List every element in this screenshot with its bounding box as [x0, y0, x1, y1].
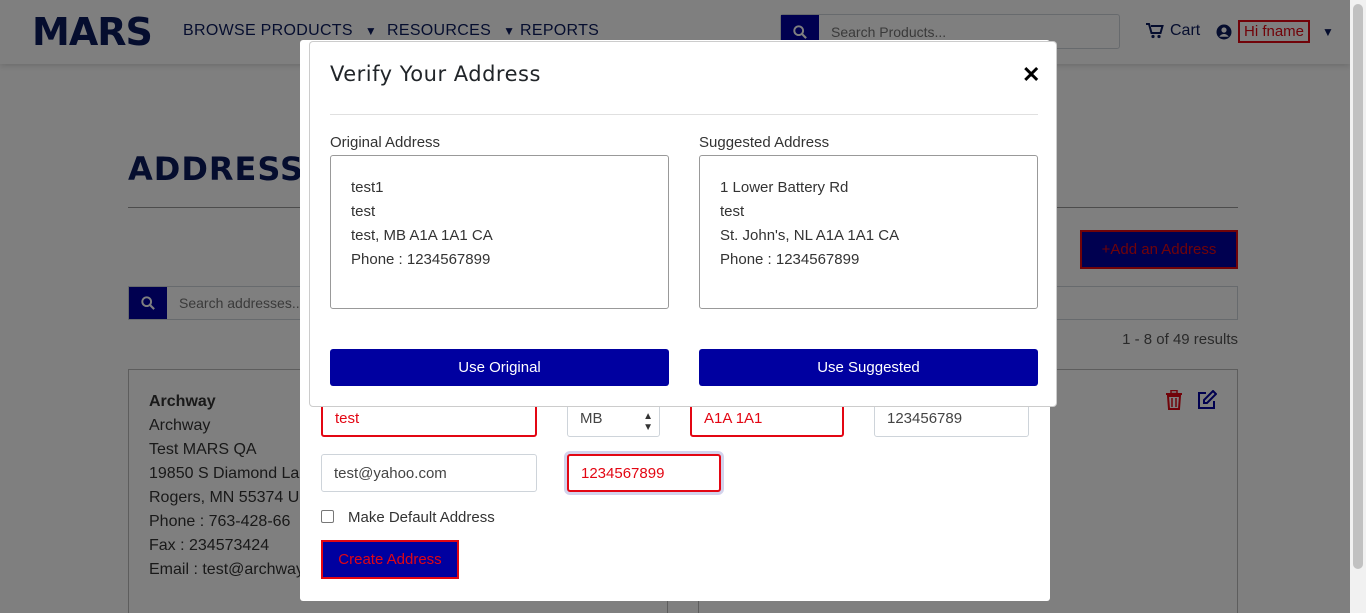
modal-title: Verify Your Address: [330, 62, 541, 86]
address-line: test: [351, 203, 376, 220]
original-address-label: Original Address: [330, 134, 441, 151]
divider: [330, 114, 1038, 115]
create-address-button[interactable]: Create Address: [321, 540, 459, 579]
use-original-button[interactable]: Use Original: [330, 349, 669, 386]
default-address-label: Make Default Address: [348, 509, 495, 526]
suggested-address-box: 1 Lower Battery Rd test St. John's, NL A…: [699, 155, 1038, 309]
original-address-box: test1 test test, MB A1A 1A1 CA Phone : 1…: [330, 155, 669, 309]
scrollbar-thumb[interactable]: [1353, 4, 1363, 569]
address-line: test: [720, 203, 745, 220]
verify-address-modal: Verify Your Address ✕ Original Address t…: [309, 41, 1057, 407]
close-icon[interactable]: ✕: [1022, 62, 1040, 88]
page-scrollbar[interactable]: [1350, 0, 1366, 613]
email-field[interactable]: test@yahoo.com: [321, 454, 537, 492]
province-value: MB: [580, 409, 603, 427]
address-line: 1 Lower Battery Rd: [720, 179, 849, 196]
phone-field[interactable]: 1234567899: [567, 454, 721, 492]
select-arrow-icon: ▲ ▼: [643, 411, 653, 433]
address-line: test1: [351, 179, 384, 196]
use-suggested-button[interactable]: Use Suggested: [699, 349, 1038, 386]
default-address-checkbox[interactable]: [321, 510, 334, 523]
address-line: St. John's, NL A1A 1A1 CA: [720, 227, 900, 244]
address-line: Phone : 1234567899: [351, 251, 491, 268]
suggested-address-label: Suggested Address: [699, 134, 830, 151]
address-line: Phone : 1234567899: [720, 251, 860, 268]
address-line: test, MB A1A 1A1 CA: [351, 227, 493, 244]
